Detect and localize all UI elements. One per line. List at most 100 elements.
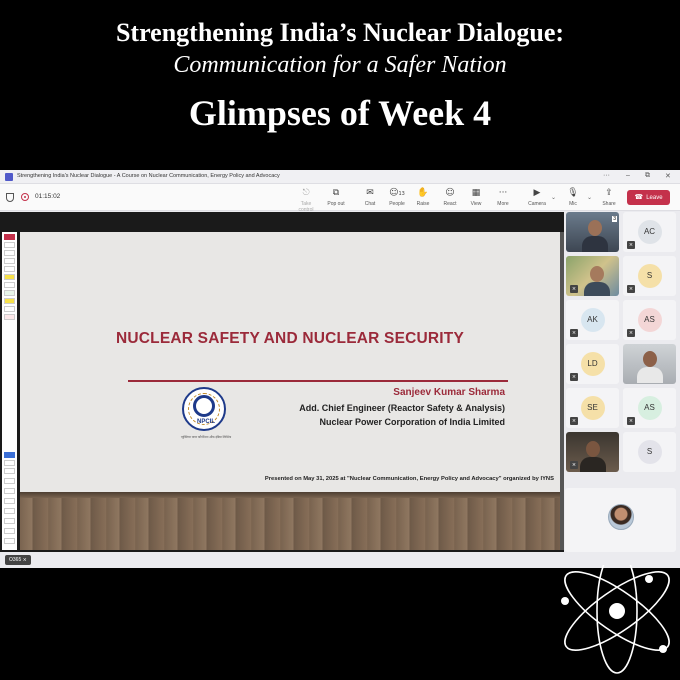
search-icon[interactable] (4, 498, 15, 504)
pen-tool-icon[interactable] (4, 234, 15, 240)
react-icon: ☺ (445, 188, 455, 198)
save-icon[interactable] (4, 528, 15, 534)
share-button[interactable]: ⇪ Share (596, 187, 622, 207)
zoom-out-icon[interactable] (4, 488, 15, 494)
slide-title: NUCLEAR SAFETY AND NUCLEAR SECURITY (115, 330, 464, 347)
avatar: LD (580, 352, 605, 376)
mic-muted-icon: ⨯ (627, 417, 635, 425)
shield-icon[interactable] (6, 193, 14, 202)
minimize-icon[interactable]: – (626, 172, 630, 179)
print-icon[interactable] (4, 518, 15, 524)
shared-screen: NUCLEAR SAFETY AND NUCLEAR SECURITY NPCI… (0, 212, 564, 552)
camera-chevron-icon[interactable]: ⌄ (551, 194, 556, 201)
take-control-icon: ⎋ (302, 188, 310, 198)
meeting-timer: 01:15:02 (35, 193, 61, 200)
meeting-toolbar: 01:15:02 ⎋ Take control ⧉ Pop out ✉ Chat… (0, 184, 680, 213)
window-title: Strengthening India's Nuclear Dialogue -… (17, 173, 280, 179)
avatar: AS (637, 308, 662, 332)
participant-tile[interactable]: AC ⨯ (623, 212, 676, 252)
line-tool-icon[interactable] (4, 258, 15, 264)
hand-icon: ✋ (417, 188, 429, 198)
mic-button[interactable]: 🎙 Mic (560, 187, 586, 207)
undo-tool-icon[interactable] (4, 306, 15, 312)
camera-off-icon: ▶ (533, 188, 541, 198)
banner-heading: Glimpses of Week 4 (188, 93, 492, 133)
avatar: S (637, 264, 662, 288)
mic-muted-icon: ⨯ (570, 417, 578, 425)
mic-muted-icon: ⨯ (570, 329, 578, 337)
title-bar: Strengthening India's Nuclear Dialogue -… (0, 170, 680, 184)
phone-icon: ☎ (634, 193, 644, 201)
speaker-organization: Nuclear Power Corporation of India Limit… (319, 417, 505, 427)
mic-muted-icon: ⨯ (570, 285, 578, 293)
participant-tile[interactable]: AS ⨯ (623, 388, 676, 428)
pop-out-icon: ⧉ (332, 188, 340, 198)
shape-tool-icon[interactable] (4, 250, 15, 256)
people-count: 13 (398, 191, 405, 197)
maximize-icon[interactable]: ⧉ (645, 172, 650, 180)
camera-button[interactable]: ▶ Camera (524, 187, 550, 207)
clear-tool-icon[interactable] (4, 314, 15, 320)
participant-tile[interactable]: S ⨯ (623, 256, 676, 296)
close-icon[interactable]: ✕ (665, 172, 671, 180)
banner-subtitle: Communication for a Safer Nation (173, 52, 507, 78)
mic-muted-icon: ⨯ (627, 329, 635, 337)
pop-out-button[interactable]: ⧉ Pop out (323, 187, 349, 207)
text-tool-icon[interactable] (4, 266, 15, 272)
window-more-icon[interactable]: ··· (603, 172, 610, 179)
chat-button[interactable]: ✉ Chat (357, 187, 383, 207)
avatar: SE (580, 396, 605, 420)
wood-floor-graphic (20, 492, 560, 550)
mic-muted-icon: ⨯ (627, 285, 635, 293)
self-view-tile[interactable] (565, 488, 676, 552)
banner-title: Strengthening India’s Nuclear Dialogue: (115, 18, 565, 47)
zoom-in-icon[interactable] (4, 478, 15, 484)
banner: Strengthening India’s Nuclear Dialogue: … (0, 0, 680, 170)
spotlight-tool-icon[interactable] (4, 468, 15, 474)
avatar: S (637, 440, 662, 464)
participant-tile[interactable]: LD ⨯ (566, 344, 619, 384)
mic-muted-icon: ⨯ (570, 373, 578, 381)
raise-hand-button[interactable]: ✋ Raise (410, 187, 436, 207)
more-button[interactable]: ··· More (490, 187, 516, 207)
participant-tile-video[interactable]: 3 (566, 212, 619, 252)
share-icon: ⇪ (605, 188, 613, 198)
people-button[interactable]: ☺13 People (384, 187, 410, 207)
speaker-role: Add. Chief Engineer (Reactor Safety & An… (299, 403, 505, 413)
meeting-window: Strengthening India's Nuclear Dialogue -… (0, 170, 680, 568)
participant-tile[interactable]: S (623, 432, 676, 472)
take-control-button[interactable]: ⎋ Take control (293, 187, 319, 213)
mic-muted-icon: ⨯ (570, 461, 578, 469)
react-button[interactable]: ☺ React (437, 187, 463, 207)
mic-chevron-icon[interactable]: ⌄ (587, 194, 592, 201)
logo-subtext: न्यूक्लियर पावर कॉर्पोरेशन ऑफ इंडिया लिम… (180, 435, 232, 439)
atom-icon (561, 565, 670, 674)
highlight-tool-icon[interactable] (4, 274, 15, 280)
participant-tile-video[interactable] (623, 344, 676, 384)
eraser-tool-icon[interactable] (4, 290, 15, 296)
participant-badge: 3 (612, 216, 617, 222)
color-tool-icon[interactable] (4, 298, 15, 304)
grid-icon: ▦ (471, 188, 481, 198)
view-button[interactable]: ▦ View (463, 187, 489, 207)
participant-tile[interactable]: AK ⨯ (566, 300, 619, 340)
mic-off-icon: 🎙 (567, 188, 579, 198)
arrow-tool-icon[interactable] (4, 282, 15, 288)
logo-text: NPCIL (197, 419, 215, 425)
pointer-tool-icon[interactable] (4, 460, 15, 466)
chat-icon: ✉ (366, 188, 374, 198)
participant-tile-video[interactable]: ⨯ (566, 432, 619, 472)
annotation-toolbar (2, 232, 17, 550)
title-divider (128, 380, 508, 382)
o365-tag[interactable]: O365 ⨯ (5, 555, 31, 565)
avatar: AK (580, 308, 605, 332)
participant-tile[interactable]: AS ⨯ (623, 300, 676, 340)
participant-tile[interactable]: SE ⨯ (566, 388, 619, 428)
select-tool-icon[interactable] (4, 452, 15, 458)
speaker-name: Sanjeev Kumar Sharma (393, 387, 505, 398)
participant-tile-video[interactable]: ⨯ (566, 256, 619, 296)
leave-button[interactable]: ☎ Leave (627, 190, 670, 205)
settings-icon[interactable] (4, 538, 15, 544)
lock-icon[interactable] (4, 508, 15, 514)
marker-tool-icon[interactable] (4, 242, 15, 248)
